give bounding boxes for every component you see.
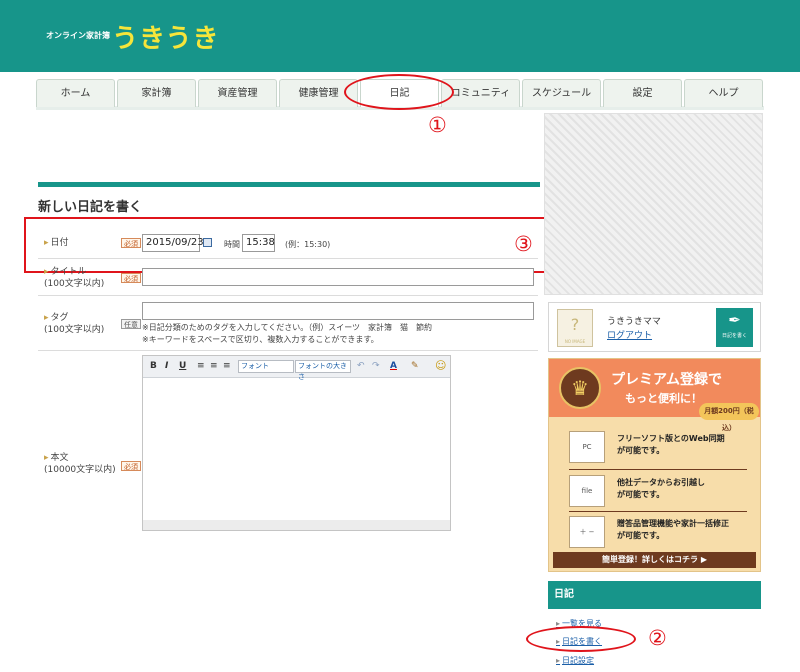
section-divider <box>38 182 540 187</box>
tab-help[interactable]: ヘルプ <box>684 79 763 107</box>
body-label: ▸ 本文 (10000文字以内) <box>44 453 116 475</box>
annotation-number-2: ② <box>648 626 667 650</box>
annotation-number-3: ③ <box>514 232 533 256</box>
premium-title: プレミアム登録で <box>611 372 723 388</box>
redo-button[interactable]: ↷ <box>372 361 380 371</box>
annotation-ellipse-2 <box>526 626 636 652</box>
avatar: ? NO IMAGE <box>557 309 593 347</box>
required-badge: 必須 <box>121 273 141 283</box>
row-divider <box>38 295 538 296</box>
user-box: ? NO IMAGE うきうきママ ログアウト ✒ 日記を書く <box>548 302 761 352</box>
premium-subtitle: もっと便利に！ <box>625 392 702 405</box>
bullet-icon: ▸ <box>556 656 561 665</box>
logo-subtitle: オンライン家計簿 <box>46 31 110 40</box>
feature-item: ＋ − 贈答品管理機能や家計一括修正 が可能です。 <box>569 512 749 552</box>
rich-text-editor[interactable]: B I U ≡ ≡ ≡ フォント フォントの大きさ ↶ ↷ A ✎ ☺ <box>142 355 451 531</box>
write-diary-button[interactable]: ✒ 日記を書く <box>716 308 753 347</box>
file-icon: file <box>569 475 605 507</box>
premium-cta[interactable]: 簡単登録！詳しくはコチラ ▶ <box>553 552 756 568</box>
underline-button[interactable]: U <box>179 361 186 371</box>
pc-icon: PC <box>569 431 605 463</box>
required-badge: 必須 <box>121 461 141 471</box>
editor-resize-bar[interactable] <box>143 520 450 530</box>
calculator-icon: ＋ − <box>569 516 605 548</box>
site-header: オンライン家計簿 うきうき <box>0 0 800 72</box>
diary-settings-link[interactable]: ▸ 日記設定 <box>556 655 594 666</box>
annotation-number-1: ① <box>428 113 447 137</box>
price-badge: 月額200円（税込） <box>699 403 759 432</box>
tag-note-2: ※キーワードをスペースで区切り、複数入力することができます。 <box>142 335 379 344</box>
diary-menu-header: 日記 <box>548 581 761 609</box>
bold-button[interactable]: B <box>150 361 157 371</box>
font-color-button[interactable]: A <box>390 361 397 371</box>
user-name: うきうきママ <box>607 317 661 327</box>
page-title: 新しい日記を書く <box>38 200 143 215</box>
feature-divider <box>569 469 747 470</box>
tab-assets[interactable]: 資産管理 <box>198 79 277 107</box>
ad-placeholder <box>544 113 763 295</box>
title-input[interactable] <box>142 268 534 286</box>
editor-toolbar: B I U ≡ ≡ ≡ フォント フォントの大きさ ↶ ↷ A ✎ ☺ <box>143 356 450 381</box>
feature-item: PC フリーソフト版とのWeb同期 が可能です。 <box>569 427 749 467</box>
feature-item: file 他社データからお引越し が可能です。 <box>569 471 749 511</box>
italic-button[interactable]: I <box>165 361 168 371</box>
tag-label: ▸ タグ (100文字以内) <box>44 313 105 335</box>
tab-settings[interactable]: 設定 <box>603 79 682 107</box>
logo[interactable]: うきうき <box>112 18 219 55</box>
font-select[interactable]: フォント <box>238 360 294 373</box>
title-label: ▸ タイトル (100文字以内) <box>44 267 105 289</box>
optional-badge: 任意 <box>121 319 141 329</box>
smiley-icon[interactable]: ☺ <box>435 359 446 372</box>
tab-household-book[interactable]: 家計簿 <box>117 79 196 107</box>
row-divider <box>38 350 538 351</box>
annotation-ellipse-1 <box>344 74 454 110</box>
tab-schedule[interactable]: スケジュール <box>522 79 601 107</box>
tab-home[interactable]: ホーム <box>36 79 115 107</box>
align-right-icon[interactable]: ≡ <box>223 361 231 371</box>
pen-icon: ✒ <box>728 311 741 329</box>
bullet-icon: ▸ <box>44 453 49 463</box>
align-left-icon[interactable]: ≡ <box>197 361 205 371</box>
bullet-icon: ▸ <box>44 313 49 323</box>
tag-input[interactable] <box>142 302 534 320</box>
undo-button[interactable]: ↶ <box>357 361 365 371</box>
tag-note-1: ※日記分類のためのタグを入力してください。（例）スイーツ 家計簿 猫 節約 <box>142 323 433 332</box>
crown-icon: ♛ <box>559 367 601 409</box>
premium-banner[interactable]: ♛ プレミアム登録で もっと便利に！ 月額200円（税込） PC フリーソフト版… <box>548 358 761 572</box>
logout-link[interactable]: ログアウト <box>607 328 652 341</box>
font-size-select[interactable]: フォントの大きさ <box>295 360 351 381</box>
bullet-icon: ▸ <box>44 267 49 277</box>
align-center-icon[interactable]: ≡ <box>210 361 218 371</box>
annotation-rect-3 <box>24 217 546 273</box>
highlight-icon[interactable]: ✎ <box>411 361 419 371</box>
